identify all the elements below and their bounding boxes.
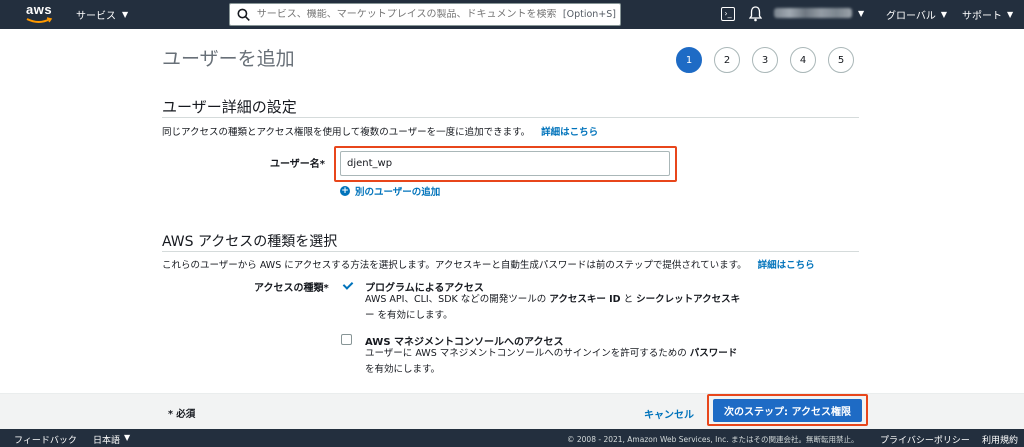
add-another-user-link[interactable]: + 別のユーザーの追加 [340,184,440,198]
required-note: * 必須 [168,409,196,420]
top-navigation: aws サービス ▼ [Option+S] ›_ ▼ グローバル ▼ サポート … [0,0,1024,29]
action-bar [0,393,1024,429]
feedback-link[interactable]: フィードバック [14,433,77,446]
wizard-steps: 1 2 3 4 5 [676,47,854,73]
desc-text: ー を有効にします。 [365,310,453,321]
support-label: サポート [962,11,1002,22]
account-name-redacted [774,8,852,18]
console-footer: フィードバック 日本語 ▼ © 2008 - 2021, Amazon Web … [0,429,1024,447]
cancel-button[interactable]: キャンセル [644,406,694,421]
copyright-text: © 2008 - 2021, Amazon Web Services, Inc.… [567,435,859,444]
add-user-label: 別のユーザーの追加 [355,187,441,198]
user-details-description: 同じアクセスの種類とアクセス権限を使用して複数のユーザーを一度に追加できます。 … [162,124,598,138]
region-label: グローバル [886,11,936,22]
step-4[interactable]: 4 [790,47,816,73]
step-5[interactable]: 5 [828,47,854,73]
user-details-title: ユーザー詳細の設定 [162,98,297,116]
page-title: ユーザーを追加 [162,48,295,70]
description-text: 同じアクセスの種類とアクセス権限を使用して複数のユーザーを一度に追加できます。 [162,127,531,138]
terms-link[interactable]: 利用規約 [982,433,1018,446]
step-2[interactable]: 2 [714,47,740,73]
section-divider [162,251,859,252]
desc-bold: アクセスキー ID [549,294,621,305]
username-input[interactable] [340,151,670,176]
support-menu[interactable]: サポート ▼ [962,7,1013,22]
language-label: 日本語 [93,436,121,446]
search-icon [237,8,250,21]
section-divider [162,117,859,118]
caret-down-icon: ▼ [940,10,948,19]
step-1[interactable]: 1 [676,47,702,73]
programmatic-access-description: AWS API、CLI、SDK などの開発ツールの アクセスキー ID と シー… [365,292,785,324]
services-menu[interactable]: サービス ▼ [76,7,128,22]
caret-down-icon: ▼ [1007,10,1014,19]
access-type-title: AWS アクセスの種類を選択 [162,234,338,250]
description-text: これらのユーザーから AWS にアクセスする方法を選択します。アクセスキーと自動… [162,260,747,271]
desc-text: AWS API、CLI、SDK などの開発ツールの [365,294,547,305]
console-access-description: ユーザーに AWS マネジメントコンソールへのサインインを許可するための パスワ… [365,346,785,378]
more-info-link[interactable]: 詳細はこちら [758,260,815,271]
desc-text: を有効にします。 [365,364,441,375]
privacy-policy-link[interactable]: プライバシーポリシー [880,433,970,446]
aws-logo[interactable]: aws [26,3,56,27]
console-access-checkbox[interactable] [341,334,352,345]
account-menu[interactable]: ▼ [774,8,864,18]
caret-down-icon: ▼ [124,433,131,442]
cloudshell-icon[interactable]: ›_ [721,7,735,21]
access-type-description: これらのユーザーから AWS にアクセスする方法を選択します。アクセスキーと自動… [162,257,815,271]
step-3[interactable]: 3 [752,47,778,73]
language-selector[interactable]: 日本語 ▼ [93,433,130,446]
plus-circle-icon: + [340,186,350,196]
desc-bold: シークレットアクセスキ [636,294,741,305]
next-step-button[interactable]: 次のステップ: アクセス権限 [713,399,862,422]
access-type-label: アクセスの種類* [254,283,329,294]
region-menu[interactable]: グローバル ▼ [886,7,947,22]
username-label: ユーザー名* [270,159,326,170]
search-shortcut: [Option+S] [562,9,616,20]
desc-text: ユーザーに AWS マネジメントコンソールへのサインインを許可するための [365,348,687,359]
services-label: サービス [76,11,116,22]
aws-smile-icon [26,17,53,23]
programmatic-access-checkbox[interactable] [341,279,352,290]
more-info-link[interactable]: 詳細はこちら [541,127,598,138]
desc-bold: パスワード [689,348,738,359]
search-box[interactable]: [Option+S] [229,3,621,26]
desc-text: と [623,294,634,305]
caret-down-icon: ▼ [122,10,129,19]
caret-down-icon: ▼ [858,8,865,18]
bell-icon[interactable] [749,6,762,22]
aws-logo-text: aws [26,2,53,17]
